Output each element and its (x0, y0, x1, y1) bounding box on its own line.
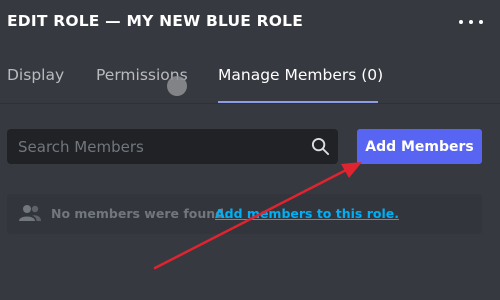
mouse-cursor-indicator (167, 76, 187, 96)
tab-divider (0, 103, 500, 104)
page-title: EDIT ROLE — MY NEW BLUE ROLE (7, 12, 304, 30)
tab-manage-members[interactable]: Manage Members (0) (218, 66, 383, 84)
search-box (7, 129, 338, 164)
add-members-button[interactable]: Add Members (357, 129, 482, 164)
more-options-icon[interactable] (459, 18, 483, 26)
tab-display[interactable]: Display (7, 66, 64, 84)
search-icon[interactable] (311, 137, 330, 156)
search-input[interactable] (7, 129, 297, 164)
empty-state-message: No members were found. (51, 206, 229, 221)
add-members-link[interactable]: Add members to this role. (215, 206, 399, 221)
people-icon (19, 205, 41, 221)
